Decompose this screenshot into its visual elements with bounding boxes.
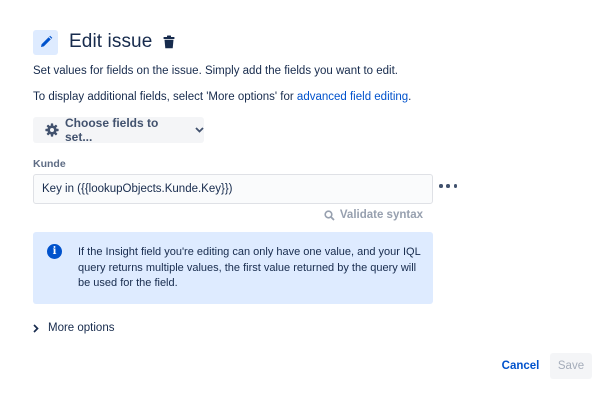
info-message: i If the Insight field you're editing ca… — [33, 232, 433, 304]
pencil-icon — [33, 29, 58, 55]
trash-icon[interactable] — [163, 35, 175, 49]
description-prefix: To display additional fields, select 'Mo… — [33, 91, 297, 103]
more-options-label: More options — [48, 322, 115, 334]
validate-syntax-label: Validate syntax — [339, 209, 423, 221]
info-message-text: If the Insight field you're editing can … — [78, 246, 421, 289]
more-options-toggle[interactable]: More options — [33, 322, 114, 334]
description-suffix: . — [408, 91, 412, 103]
more-horizontal-icon[interactable] — [439, 180, 457, 192]
dot — [446, 184, 450, 188]
dot — [439, 184, 443, 188]
chevron-right-icon — [33, 323, 39, 333]
cancel-button[interactable]: Cancel — [497, 354, 544, 378]
validate-syntax-button[interactable]: Validate syntax — [324, 209, 423, 221]
description-more-text: To display additional fields, select 'Mo… — [33, 91, 411, 103]
search-icon — [324, 209, 335, 221]
page-title: Edit issue — [69, 31, 153, 52]
header: Edit issue — [33, 28, 175, 56]
description-text: Set values for fields on the issue. Simp… — [33, 65, 399, 77]
advanced-field-editing-link[interactable]: advanced field editing — [297, 91, 408, 103]
info-icon: i — [47, 244, 62, 259]
gear-icon — [45, 123, 59, 137]
dot — [453, 184, 457, 188]
choose-fields-button[interactable]: Choose fields to set... — [33, 116, 204, 144]
choose-fields-label: Choose fields to set... — [65, 116, 159, 144]
chevron-down-icon — [195, 127, 204, 133]
kunde-field-label: Kunde — [33, 158, 66, 170]
kunde-field-input[interactable] — [33, 174, 433, 204]
save-button[interactable]: Save — [550, 353, 592, 379]
